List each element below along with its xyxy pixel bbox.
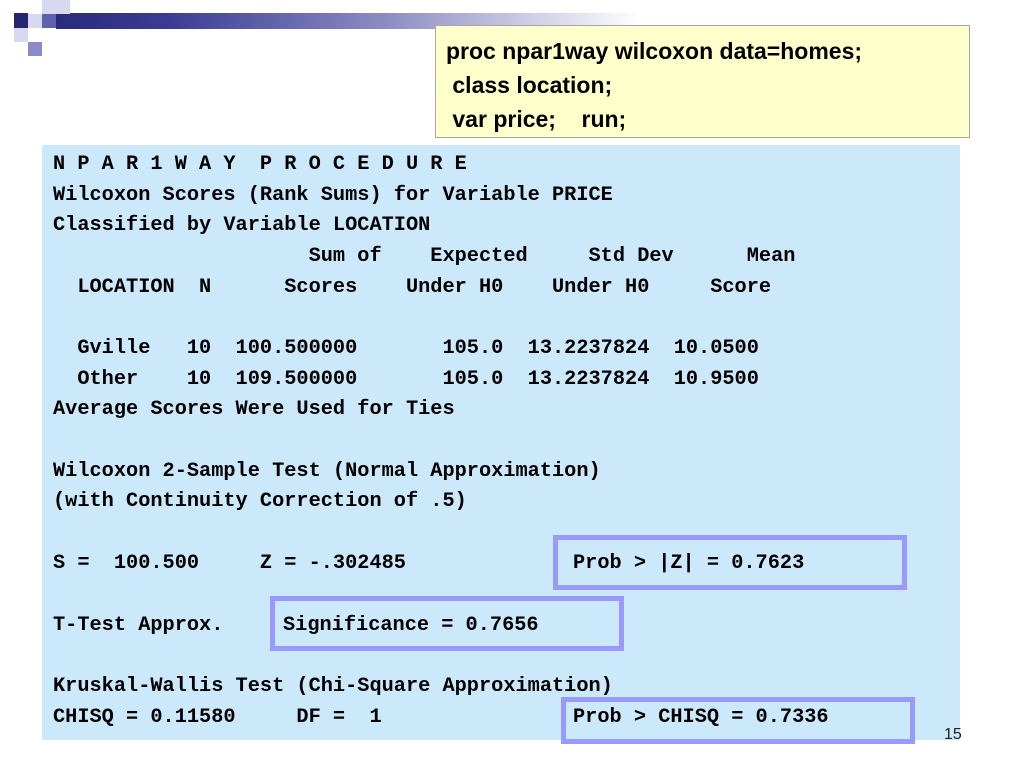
chisq-statistics: CHISQ = 0.11580 DF = 1 [53,706,382,729]
decor-square [42,28,56,42]
code-line: class location; [446,72,613,98]
decor-square [42,14,56,28]
kruskal-wallis-heading: Kruskal-Wallis Test (Chi-Square Approxim… [53,675,613,698]
decor-square [28,0,42,14]
table-header-row-2: LOCATION N Scores Under H0 Under H0 Scor… [53,276,772,299]
decor-square [14,28,28,42]
decor-square [42,0,56,14]
table-header-row-1: Sum of Expected Std Dev Mean [53,245,796,268]
ttest-label: T-Test Approx. [53,614,224,637]
wilcoxon-test-heading: Wilcoxon 2-Sample Test (Normal Approxima… [53,460,601,483]
decor-square [28,42,42,56]
code-line: var price; run; [446,106,627,132]
decor-square [14,14,28,28]
code-line: proc npar1way wilcoxon data=homes; [446,38,863,64]
ties-note: Average Scores Were Used for Ties [53,398,455,421]
decor-square [28,28,42,42]
decor-square [56,0,70,14]
continuity-note: (with Continuity Correction of .5) [53,490,467,513]
decor-square [28,14,42,28]
slide-page-number: 15 [944,726,962,743]
output-subtitle: Wilcoxon Scores (Rank Sums) for Variable… [53,184,613,207]
table-row: Other 10 109.500000 105.0 13.2237824 10.… [53,368,759,391]
highlight-box-prob-chisq [561,697,915,744]
s-z-statistics: S = 100.500 Z = -.302485 [53,552,406,575]
output-title: N P A R 1 W A Y P R O C E D U R E [53,153,467,176]
highlight-box-significance [270,596,624,651]
output-classified-by: Classified by Variable LOCATION [53,214,431,237]
code-box: proc npar1way wilcoxon data=homes; class… [435,25,970,138]
highlight-box-prob-z [553,535,907,590]
table-row: Gville 10 100.500000 105.0 13.2237824 10… [53,337,759,360]
